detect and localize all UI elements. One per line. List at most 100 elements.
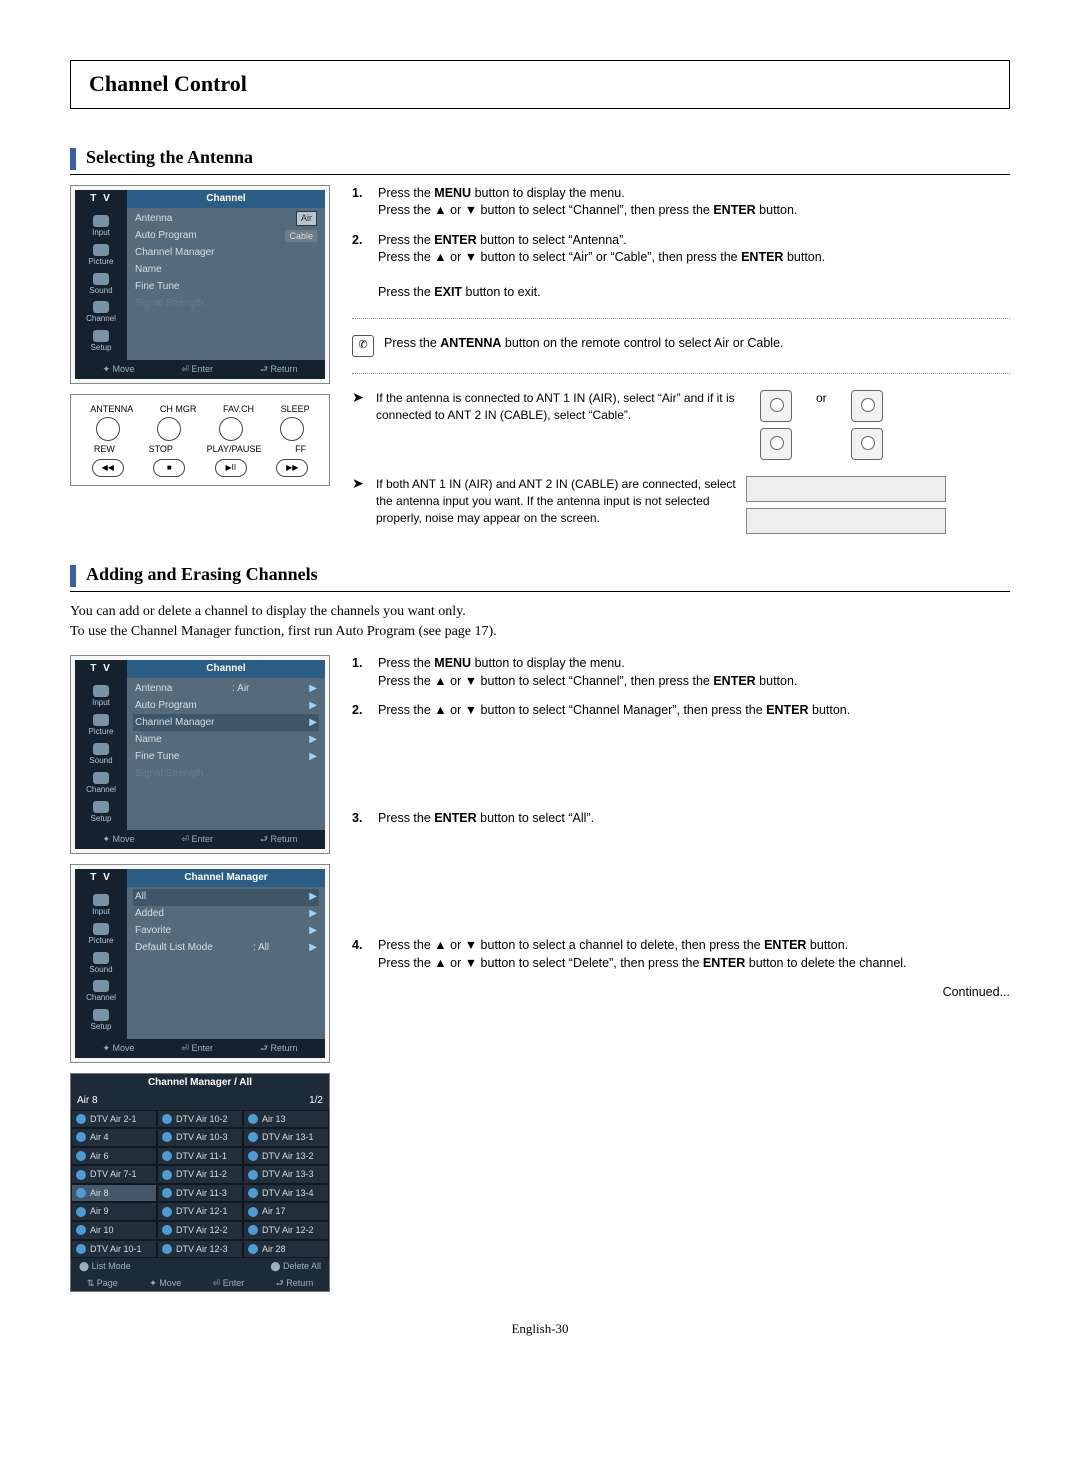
osd-tv-label: T V [75, 190, 127, 208]
note-text: If the antenna is connected to ANT 1 IN … [376, 390, 736, 424]
cm-cell: DTV Air 11-2 [157, 1165, 243, 1184]
intro-text: You can add or delete a channel to displ… [70, 602, 1010, 641]
sidebar-item: Input [75, 891, 127, 920]
osd-item: Fine Tune [135, 280, 179, 294]
osd-footer-move: Move [113, 364, 135, 374]
cm-cell: DTV Air 12-3 [157, 1240, 243, 1259]
antenna-jack-icon [760, 428, 792, 460]
sidebar-item: Input [75, 682, 127, 711]
osd-item: Name [135, 263, 162, 277]
osd-item: Antenna [135, 212, 172, 226]
cm-listmode: List Mode [92, 1261, 131, 1271]
remote-oval-icon: ◀◀ [92, 459, 124, 477]
osd-title: Channel [127, 660, 325, 678]
sidebar-item: Sound [75, 270, 127, 299]
cm-cell: DTV Air 12-2 [157, 1221, 243, 1240]
note-row-1: ➤ If the antenna is connected to ANT 1 I… [352, 390, 1010, 460]
osd-item: Favorite [135, 924, 171, 938]
cm-cell: DTV Air 10-3 [157, 1128, 243, 1147]
connection-diagram-icon [746, 508, 946, 534]
section-heading: Adding and Erasing Channels [86, 562, 318, 587]
osd-value: Air [296, 211, 317, 226]
osd-screenshot: T V Channel Input Picture Sound Channel … [70, 655, 330, 854]
osd-item: Auto Program [135, 229, 197, 243]
cm-cell: DTV Air 2-1 [71, 1110, 157, 1129]
osd-footer-enter: Enter [191, 364, 213, 374]
cm-cell: DTV Air 13-4 [243, 1184, 329, 1203]
sidebar-item: Channel [75, 298, 127, 327]
divider [70, 174, 1010, 175]
remote-label: REW [94, 443, 115, 456]
osd-screenshot: T V Channel Input Picture Sound Channel … [70, 185, 330, 384]
remote-screenshot: ANTENNA CH MGR FAV.CH SLEEP REW [70, 394, 330, 486]
cm-page: 1/2 [309, 1094, 323, 1108]
osd-item: Name [135, 733, 162, 747]
osd-item: Added [135, 907, 164, 921]
osd-item: Fine Tune [135, 750, 179, 764]
osd-screenshot: T V Channel Manager Input Picture Sound … [70, 864, 330, 1063]
antenna-jack-icon [760, 390, 792, 422]
remote-button-icon [280, 417, 304, 441]
section-channels: Adding and Erasing Channels You can add … [70, 562, 1010, 1292]
step-4: Press the ▲ or ▼ button to select a chan… [352, 937, 1010, 972]
step-2: Press the ▲ or ▼ button to select “Chann… [352, 702, 1010, 720]
osd-value: Cable [285, 230, 317, 243]
osd-item: All [135, 890, 146, 904]
osd-value: : Air [232, 682, 249, 696]
cm-cell: Air 6 [71, 1147, 157, 1166]
page-number: English-30 [70, 1320, 1010, 1338]
step-2: Press the ENTER button to select “Antenn… [352, 232, 1010, 302]
sidebar-item: Setup [75, 327, 127, 356]
cm-cell: DTV Air 12-2 [243, 1221, 329, 1240]
cm-cell: DTV Air 11-1 [157, 1147, 243, 1166]
step-1: Press the MENU button to display the men… [352, 655, 1010, 690]
osd-item: Default List Mode [135, 941, 213, 955]
sidebar-item: Setup [75, 798, 127, 827]
cm-cell: DTV Air 11-3 [157, 1184, 243, 1203]
section-heading: Selecting the Antenna [86, 145, 253, 170]
step-3: Press the ENTER button to select “All”. [352, 810, 1010, 828]
step-list: Press the MENU button to display the men… [352, 185, 1010, 302]
osd-value: : All [253, 941, 269, 955]
sidebar-item: Sound [75, 740, 127, 769]
note-text: If both ANT 1 IN (AIR) and ANT 2 IN (CAB… [376, 476, 736, 526]
remote-button-icon [157, 417, 181, 441]
cm-cell: DTV Air 10-1 [71, 1240, 157, 1259]
remote-label: STOP [149, 443, 173, 456]
or-text: or [816, 390, 827, 407]
connection-diagram-icon [746, 476, 946, 502]
remote-label: ANTENNA [90, 403, 133, 416]
osd-item: Channel Manager [135, 716, 215, 730]
osd-sidebar: Input Picture Sound Channel Setup [75, 208, 127, 360]
sidebar-item: Channel [75, 769, 127, 798]
cm-cell: DTV Air 7-1 [71, 1165, 157, 1184]
osd-tv-label: T V [75, 660, 127, 678]
remote-oval-icon: ■ [153, 459, 185, 477]
sidebar-item: Picture [75, 241, 127, 270]
remote-oval-icon: ▶▶ [276, 459, 308, 477]
cm-cell: Air 9 [71, 1202, 157, 1221]
cm-cell: DTV Air 10-2 [157, 1110, 243, 1129]
note-row-2: ➤ If both ANT 1 IN (AIR) and ANT 2 IN (C… [352, 476, 1010, 534]
osd-item: Antenna [135, 682, 172, 696]
osd-tv-label: T V [75, 869, 127, 887]
cm-title: Channel Manager / All [71, 1074, 329, 1092]
chevron-right-icon: ➤ [352, 390, 366, 404]
continued-text: Continued... [352, 984, 1010, 1002]
channel-manager-grid: Channel Manager / All Air 81/2 DTV Air 2… [70, 1073, 330, 1293]
cm-cell: DTV Air 13-2 [243, 1147, 329, 1166]
divider [70, 591, 1010, 592]
antenna-jack-icon [851, 390, 883, 422]
remote-button-icon [219, 417, 243, 441]
cm-cell: Air 17 [243, 1202, 329, 1221]
remote-label: CH MGR [160, 403, 197, 416]
sidebar-item: Input [75, 212, 127, 241]
cm-cell: Air 10 [71, 1221, 157, 1240]
remote-oval-icon: ▶II [215, 459, 247, 477]
osd-title: Channel [127, 190, 325, 208]
chevron-right-icon: ➤ [352, 476, 366, 490]
sidebar-item: Channel [75, 977, 127, 1006]
osd-item: Signal Strength [135, 297, 203, 311]
cm-cell: Air 28 [243, 1240, 329, 1259]
osd-footer-return: Return [271, 364, 298, 374]
